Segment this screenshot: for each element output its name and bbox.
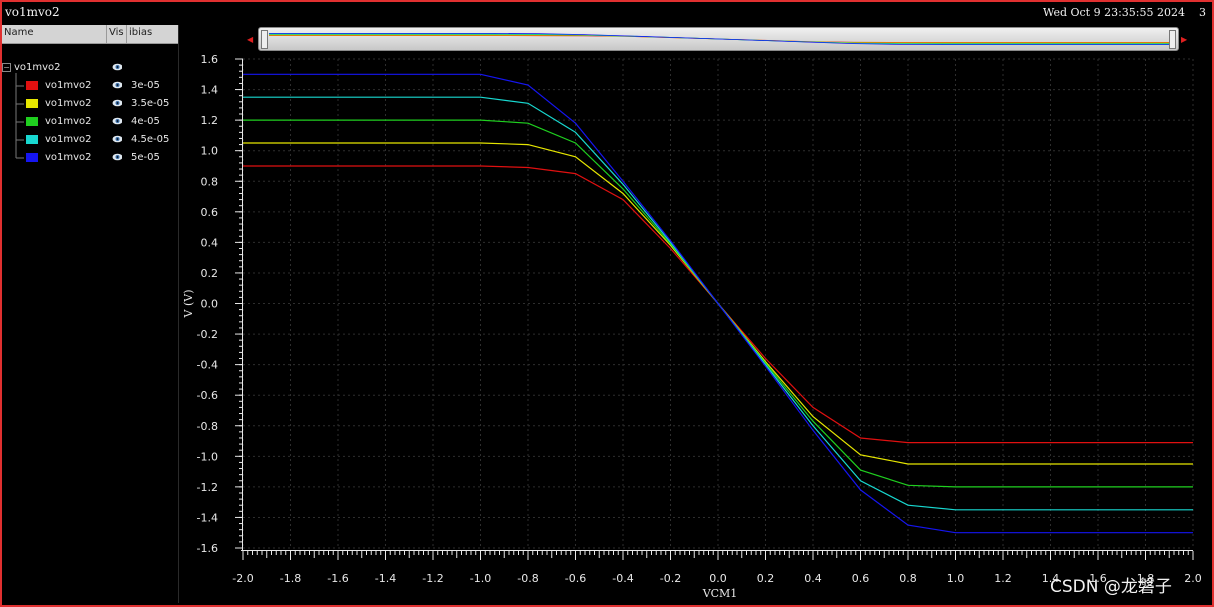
x-tick-label: 0.4 bbox=[804, 572, 822, 585]
x-tick-label: -1.0 bbox=[470, 572, 491, 585]
x-tick-label: -2.0 bbox=[232, 572, 253, 585]
x-tick-label: -1.8 bbox=[280, 572, 301, 585]
x-tick-label: -1.4 bbox=[375, 572, 396, 585]
y-tick-label: -1.4 bbox=[197, 511, 218, 524]
y-tick-label: 0.0 bbox=[201, 298, 219, 311]
series-layer bbox=[243, 73, 1193, 534]
y-tick-label: -0.8 bbox=[197, 420, 218, 433]
x-tick-label: -1.6 bbox=[327, 572, 348, 585]
x-tick-label: 0.8 bbox=[899, 572, 917, 585]
x-tick-label: 0.6 bbox=[852, 572, 870, 585]
waveform-plot[interactable]: 1.6 1.4 1.2 1.0 0.8 0.6 0.4 0.2 0.0 -0.2 -0.4 -0.6 -… bbox=[0, 0, 1214, 607]
y-tick-label: -0.6 bbox=[197, 389, 218, 402]
x-tick-label: 2.0 bbox=[1184, 572, 1202, 585]
x-tick-label: 0.0 bbox=[709, 572, 727, 585]
y-tick-label: -1.6 bbox=[197, 542, 218, 555]
y-tick-label: 1.0 bbox=[201, 145, 219, 158]
y-tick-label: -1.0 bbox=[197, 450, 218, 463]
x-tick-label: -0.4 bbox=[612, 572, 633, 585]
x-tick-label: 1.0 bbox=[947, 572, 965, 585]
y-tick-label: -0.2 bbox=[197, 328, 218, 341]
y-tick-label: -1.2 bbox=[197, 481, 218, 494]
y-tick-label: 1.4 bbox=[201, 84, 219, 97]
x-tick-label: -1.2 bbox=[422, 572, 443, 585]
x-tick-label: 1.2 bbox=[994, 572, 1012, 585]
x-axis-title: VCM1 bbox=[702, 587, 738, 600]
y-tick-label: 0.4 bbox=[201, 236, 219, 249]
axes bbox=[235, 58, 1194, 560]
y-tick-label: 0.6 bbox=[201, 206, 219, 219]
y-axis-title: V (V) bbox=[182, 290, 195, 319]
y-tick-label: 1.6 bbox=[201, 53, 219, 66]
y-tick-label: -0.4 bbox=[197, 359, 218, 372]
axis-labels: 1.6 1.4 1.2 1.0 0.8 0.6 0.4 0.2 0.0 -0.2 -0.4 -0.6 -… bbox=[182, 53, 1202, 600]
watermark: CSDN @龙磐子 bbox=[1050, 577, 1172, 597]
x-tick-label: -0.8 bbox=[517, 572, 538, 585]
y-tick-label: 0.2 bbox=[201, 267, 219, 280]
x-tick-label: 0.2 bbox=[757, 572, 775, 585]
y-tick-label: 0.8 bbox=[201, 175, 219, 188]
x-tick-label: -0.2 bbox=[660, 572, 681, 585]
y-tick-label: 1.2 bbox=[201, 114, 219, 127]
x-tick-label: -0.6 bbox=[565, 572, 586, 585]
